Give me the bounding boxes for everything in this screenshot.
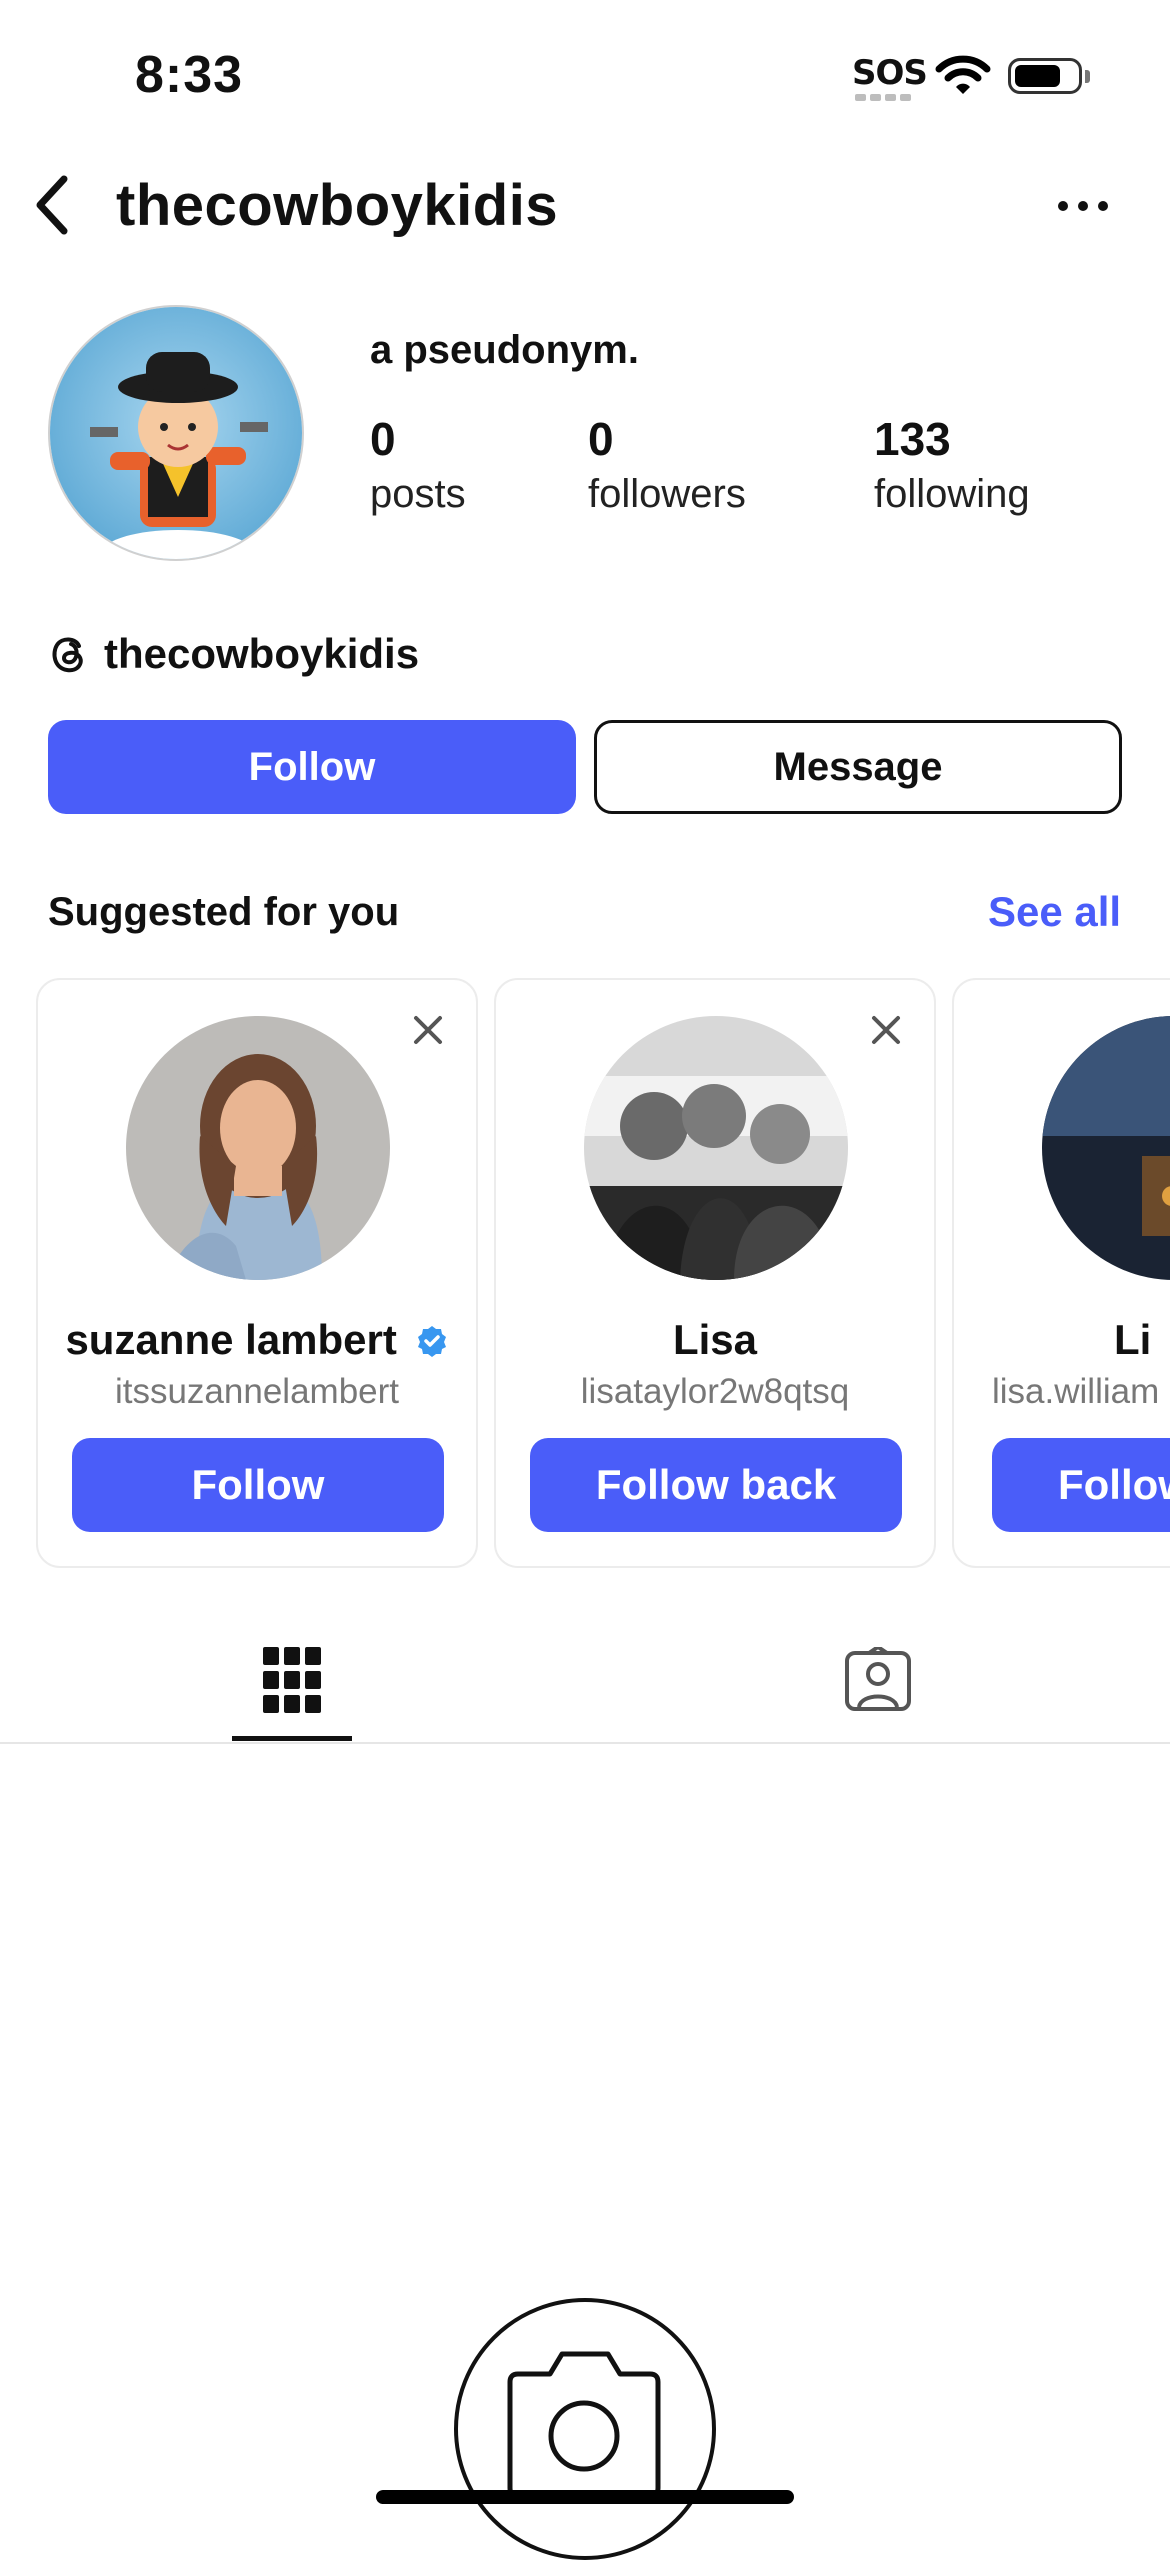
suggested-handle: lisa.william (992, 1372, 1160, 1411)
suggested-handle: lisataylor2w8qtsq (580, 1372, 850, 1411)
battery-level (1015, 65, 1060, 87)
status-time: 8:33 (135, 46, 244, 104)
suggested-follow-back-button[interactable]: Follow back (530, 1438, 902, 1532)
suggested-name: Lisa (672, 1316, 758, 1363)
suggested-follow-button[interactable]: Follow (72, 1438, 444, 1532)
chevron-left-icon (36, 175, 68, 235)
home-indicator[interactable] (376, 2490, 794, 2504)
tab-divider (0, 1742, 1170, 1744)
stat-following[interactable]: 133 following (874, 412, 1030, 517)
suggested-card[interactable]: Li lisa.william Follow (952, 978, 1170, 1568)
suggested-name: suzanne lambert (38, 1316, 476, 1364)
battery-icon (1008, 58, 1082, 94)
stat-followers-label: followers (588, 472, 746, 516)
threads-link[interactable]: thecowboykidis (48, 630, 419, 678)
grid-icon (263, 1647, 321, 1713)
back-button[interactable] (22, 170, 82, 240)
suggested-title: Suggested for you (48, 890, 400, 934)
suggested-avatar[interactable] (584, 1016, 848, 1280)
dismiss-suggestion-icon[interactable] (866, 1010, 906, 1050)
stat-followers-value: 0 (588, 413, 614, 465)
suggested-card[interactable]: suzanne lambert itssuzannelambert Follow (36, 978, 478, 1568)
stat-following-label: following (874, 472, 1030, 516)
follow-button[interactable]: Follow (48, 720, 576, 814)
stat-posts-value: 0 (370, 413, 396, 465)
suggested-avatar[interactable] (1042, 1016, 1170, 1280)
suggested-handle: itssuzannelambert (114, 1372, 400, 1411)
suggested-follow-button[interactable]: Follow (992, 1438, 1170, 1532)
stat-posts[interactable]: 0 posts (370, 412, 466, 517)
tagged-person-icon (845, 1647, 911, 1711)
threads-handle: thecowboykidis (104, 630, 420, 677)
wifi-icon (935, 54, 991, 101)
tab-grid[interactable] (232, 1610, 352, 1750)
stat-following-value: 133 (874, 413, 951, 465)
suggested-name-text: suzanne lambert (65, 1316, 397, 1363)
profile-bio: a pseudonym. (370, 328, 639, 372)
suggested-avatar[interactable] (126, 1016, 390, 1280)
suggested-name: Li (1114, 1316, 1152, 1363)
empty-posts-camera (454, 2298, 716, 2560)
camera-icon (507, 2351, 661, 2499)
verified-badge-icon (417, 1326, 446, 1357)
profile-avatar[interactable] (48, 305, 304, 561)
threads-icon (52, 637, 83, 673)
ellipsis-icon (1058, 201, 1068, 211)
page-title: thecowboykidis (116, 173, 559, 238)
active-tab-indicator (232, 1736, 352, 1741)
signal-dots (855, 94, 911, 102)
suggested-card[interactable]: Lisa lisataylor2w8qtsq Follow back (494, 978, 936, 1568)
tab-tagged[interactable] (818, 1610, 938, 1750)
sos-indicator: SOS (852, 53, 928, 93)
stat-posts-label: posts (370, 472, 466, 516)
more-options-button[interactable] (1058, 196, 1118, 216)
battery-cap (1085, 70, 1090, 83)
see-all-link[interactable]: See all (988, 888, 1121, 936)
dismiss-suggestion-icon[interactable] (408, 1010, 448, 1050)
message-button[interactable]: Message (594, 720, 1122, 814)
stat-followers[interactable]: 0 followers (588, 412, 746, 517)
